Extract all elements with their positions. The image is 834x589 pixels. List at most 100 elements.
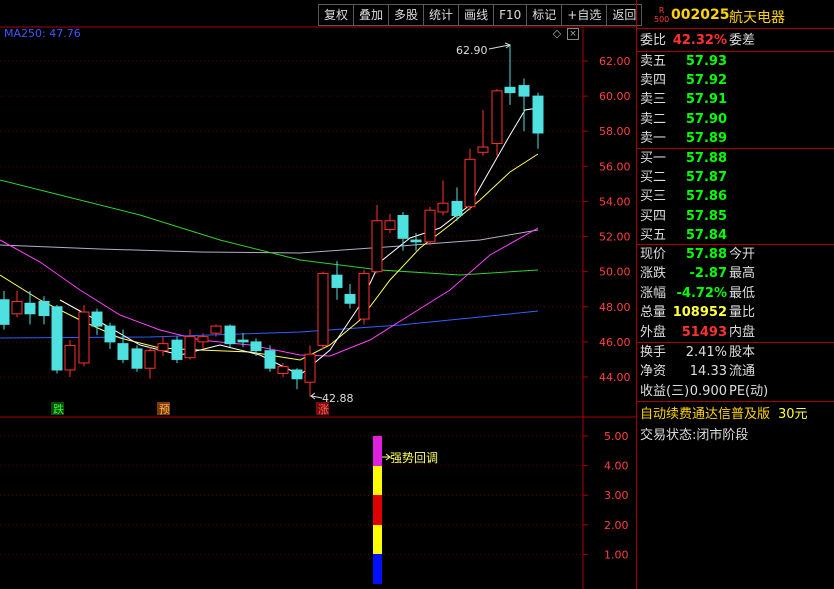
weicha-label: 委差 xyxy=(729,33,756,48)
bid-price: 57.84 xyxy=(685,227,727,243)
stat-label-2: 内盘 xyxy=(729,324,756,340)
signal-seg-4 xyxy=(373,466,382,495)
forecast-marker: 预 xyxy=(159,403,170,416)
ask-row: 卖三 57.91 xyxy=(637,90,834,109)
kline-chart: 62.00 60.00 58.00 56.00 54.00 52.00 50.00 48.00… xyxy=(0,26,636,589)
candle-down xyxy=(38,301,50,317)
candle-up xyxy=(157,343,169,352)
candle-up xyxy=(210,325,222,334)
signal-seg-3 xyxy=(373,495,382,525)
ask-price: 57.89 xyxy=(685,130,727,146)
ask-row: 卖二 57.90 xyxy=(637,110,834,129)
candle-down xyxy=(104,325,116,343)
stat-label-2: 最低 xyxy=(729,285,756,301)
price-tick-label: 44.00 xyxy=(599,371,631,384)
indicator-tick-label: 5.00 xyxy=(604,430,629,443)
bid-price: 57.87 xyxy=(685,170,727,186)
price-axis: 62.00 60.00 58.00 56.00 54.00 52.00 50.00 48.00… xyxy=(583,55,631,384)
bid-label: 买一 xyxy=(640,151,667,166)
stat2-value: 14.33 xyxy=(689,364,727,380)
ask-price: 57.90 xyxy=(685,111,727,127)
stat-row: 涨跌 -2.87 最高 xyxy=(637,264,834,283)
stock-chart-window: 复权 叠加 多股 统计 画线 F10 标记 +自选 返回 MA250: 47.7… xyxy=(0,0,834,589)
candle-up xyxy=(477,146,489,153)
bid-label: 买二 xyxy=(640,170,667,186)
ask-label: 卖一 xyxy=(640,130,667,146)
stock-header: R 500 002025 航天电器 xyxy=(637,4,834,26)
quote-panel: R 500 002025 航天电器 委比 42.32% 委差 卖五 57.93 卖四 5… xyxy=(636,0,834,589)
indicator-axis: 5.00 4.00 3.00 2.00 1.00 xyxy=(0,430,629,561)
candle-down xyxy=(250,341,262,352)
ask-label: 卖二 xyxy=(640,111,667,127)
candle-down xyxy=(344,293,356,304)
stat2-label: 换手 xyxy=(640,345,667,360)
subscription-line[interactable]: 自动续费通达信普及版 30元 xyxy=(640,403,808,422)
bid-label: 买三 xyxy=(640,189,667,205)
candle-down xyxy=(24,302,36,315)
price-tick-label: 60.00 xyxy=(599,90,631,103)
bid-row: 买五 57.84 xyxy=(637,226,834,245)
candle-up xyxy=(464,158,476,208)
price-tick-label: 56.00 xyxy=(599,160,631,173)
price-tick-label: 50.00 xyxy=(599,266,631,279)
bid-row: 买三 57.86 xyxy=(637,187,834,206)
up-marker: 涨 xyxy=(318,403,329,416)
ask-row: 卖四 57.92 xyxy=(637,71,834,90)
r-badge: R 500 xyxy=(654,6,670,24)
price-tick-label: 58.00 xyxy=(599,125,631,138)
candle-up xyxy=(358,272,370,320)
stat-value: 57.88 xyxy=(685,247,727,262)
stat2-label: 净资 xyxy=(640,364,667,380)
weibi-label: 委比 xyxy=(640,33,667,48)
stat-label: 涨跌 xyxy=(640,266,667,282)
stat-row: 外盘51493内盘5 xyxy=(637,323,834,342)
price-tick-label: 54.00 xyxy=(599,195,631,208)
ask-price: 57.92 xyxy=(685,73,727,89)
candle-up xyxy=(197,336,209,343)
candle-up xyxy=(144,350,156,369)
ask-label: 卖五 xyxy=(640,54,667,69)
candle-up xyxy=(184,336,196,359)
stock-name[interactable]: 航天电器 xyxy=(729,7,785,27)
ma120-line xyxy=(0,229,539,254)
ask-price: 57.93 xyxy=(685,54,727,69)
trade-state: 交易状态:闭市阶段 xyxy=(640,428,749,443)
ask-row: 卖一 57.89 xyxy=(637,129,834,148)
candle-up xyxy=(11,301,23,315)
bid-price: 57.88 xyxy=(685,151,727,166)
candle-up xyxy=(64,344,76,371)
stat-label-2: 今开 xyxy=(729,247,756,262)
ask-label: 卖四 xyxy=(640,73,667,89)
stat2-row: 净资14.33流通4 xyxy=(637,362,834,381)
stat-value: -2.87 xyxy=(689,266,727,282)
stat2-label-2: PE(动) xyxy=(729,383,769,399)
stat2-row: 换手2.41%股本4 xyxy=(637,343,834,362)
bid-price: 57.85 xyxy=(685,208,727,224)
signal-seg-1 xyxy=(373,554,382,584)
stat2-label-2: 流通 xyxy=(729,364,756,380)
candle-down xyxy=(0,299,10,325)
stat-value: 108952 xyxy=(672,305,727,321)
candle-down xyxy=(117,343,129,360)
price-tick-label: 46.00 xyxy=(599,336,631,349)
signal-bar: 强势回调 xyxy=(373,436,438,584)
stat-row: 涨幅 -4.72% 最低 xyxy=(637,284,834,303)
bid-price: 57.86 xyxy=(685,189,727,205)
down-marker: 跌 xyxy=(53,402,64,416)
stat-label: 涨幅 xyxy=(640,285,667,301)
high-price-label: 62.90 xyxy=(456,44,488,57)
indicator-tick-label: 4.00 xyxy=(604,460,629,473)
stat-value: -4.72% xyxy=(676,285,728,301)
ask-label: 卖三 xyxy=(640,92,667,108)
candle-down xyxy=(264,350,276,369)
candle-up xyxy=(424,209,436,243)
candle-up xyxy=(437,202,449,213)
candle-down xyxy=(331,274,343,288)
stock-code[interactable]: 002025 xyxy=(671,7,729,23)
stat2-value: 0.900 xyxy=(689,383,727,399)
price-tick-label: 62.00 xyxy=(599,55,631,68)
stat-label-2: 量比 xyxy=(729,305,756,321)
candle-down xyxy=(397,214,409,239)
bid-row: 买一 57.88 xyxy=(637,149,834,168)
candle-down xyxy=(171,339,183,360)
